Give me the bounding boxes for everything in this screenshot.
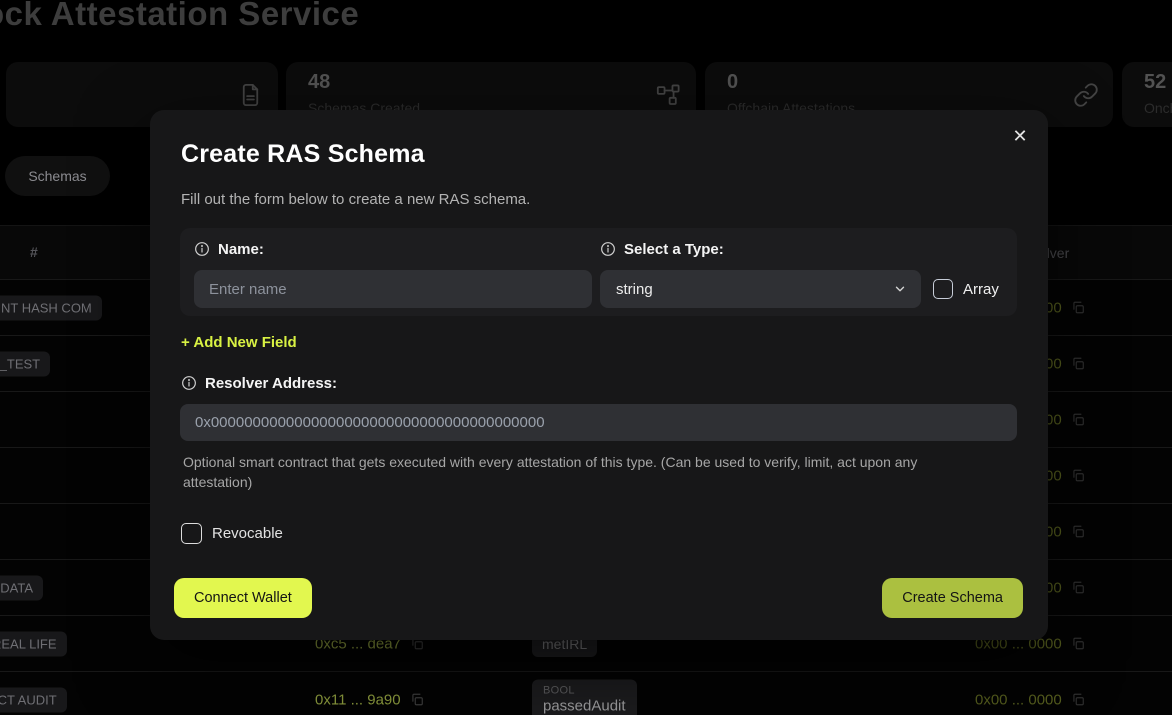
stat-label: Onchain Attestations	[1144, 100, 1172, 116]
copy-icon[interactable]	[1071, 693, 1085, 707]
modal-subtitle: Fill out the form below to create a new …	[181, 191, 530, 208]
stat-card-onchain: 52 Onchain Attestations	[1122, 62, 1172, 127]
info-icon[interactable]	[194, 241, 210, 257]
array-checkbox[interactable]	[933, 279, 953, 299]
network-icon	[655, 81, 682, 108]
stat-value: 0	[727, 71, 738, 94]
resolver-address-input[interactable]	[180, 404, 1017, 441]
document-icon	[237, 81, 264, 108]
info-icon[interactable]	[181, 375, 197, 391]
copy-icon[interactable]	[1071, 413, 1085, 427]
app-window: ock Attestation Service 48 Schemas Creat…	[0, 0, 1172, 715]
schema-uid-cell[interactable]: 0x11 ... 9a90	[315, 691, 424, 708]
schema-name-badge: ACT AUDIT	[0, 687, 67, 712]
add-new-field-button[interactable]: + Add New Field	[181, 334, 297, 351]
stat-value: 48	[308, 71, 330, 94]
create-schema-button[interactable]: Create Schema	[882, 578, 1023, 618]
schema-name-badge: E DATA	[0, 575, 43, 600]
resolver-cell: 0x00 ... 0000	[975, 691, 1085, 708]
type-select[interactable]: string	[600, 270, 921, 308]
schema-name-badge: NT HASH COM	[0, 295, 102, 320]
table-row: ACT AUDIT 0x11 ... 9a90 BOOL passedAudit…	[0, 671, 1172, 715]
copy-icon[interactable]	[1071, 469, 1085, 483]
name-input[interactable]	[194, 270, 592, 308]
column-header-number: #	[30, 244, 38, 260]
stat-value: 52	[1144, 71, 1166, 94]
tab-schemas[interactable]: Schemas	[5, 156, 110, 196]
page-title: ock Attestation Service	[0, 0, 359, 35]
connect-wallet-button[interactable]: Connect Wallet	[174, 578, 312, 618]
revocable-label: Revocable	[212, 525, 283, 542]
copy-icon[interactable]	[410, 693, 424, 707]
type-label: Select a Type:	[624, 241, 724, 258]
type-select-value: string	[616, 281, 653, 298]
field-definition-box: Name: Select a Type: string Array	[180, 228, 1017, 316]
modal-title: Create RAS Schema	[181, 140, 425, 169]
field-name: passedAudit	[543, 697, 626, 714]
copy-icon[interactable]	[1071, 357, 1085, 371]
revocable-row: Revocable	[181, 523, 283, 544]
copy-icon[interactable]	[1071, 301, 1085, 315]
copy-icon[interactable]	[1071, 637, 1085, 651]
resolver-label-row: Resolver Address:	[181, 374, 337, 392]
type-label-row: Select a Type:	[600, 240, 1003, 258]
schema-field-badge: BOOL passedAudit	[532, 679, 637, 715]
create-schema-modal: ✕ Create RAS Schema Fill out the form be…	[150, 110, 1048, 640]
array-label: Array	[963, 281, 999, 298]
copy-icon[interactable]	[1071, 525, 1085, 539]
resolver-label: Resolver Address:	[205, 375, 337, 392]
close-icon[interactable]: ✕	[1006, 122, 1034, 150]
link-icon	[1073, 82, 1099, 108]
info-icon[interactable]	[600, 241, 616, 257]
chevron-down-icon	[893, 282, 907, 296]
schema-name-badge: REAL LIFE	[0, 631, 67, 656]
revocable-checkbox[interactable]	[181, 523, 202, 544]
name-label-row: Name:	[194, 240, 592, 258]
copy-icon[interactable]	[1071, 581, 1085, 595]
field-type: BOOL	[543, 684, 626, 696]
schema-name-badge: A_TEST	[0, 351, 50, 376]
name-label: Name:	[218, 241, 264, 258]
resolver-helper-text: Optional smart contract that gets execut…	[183, 452, 967, 492]
